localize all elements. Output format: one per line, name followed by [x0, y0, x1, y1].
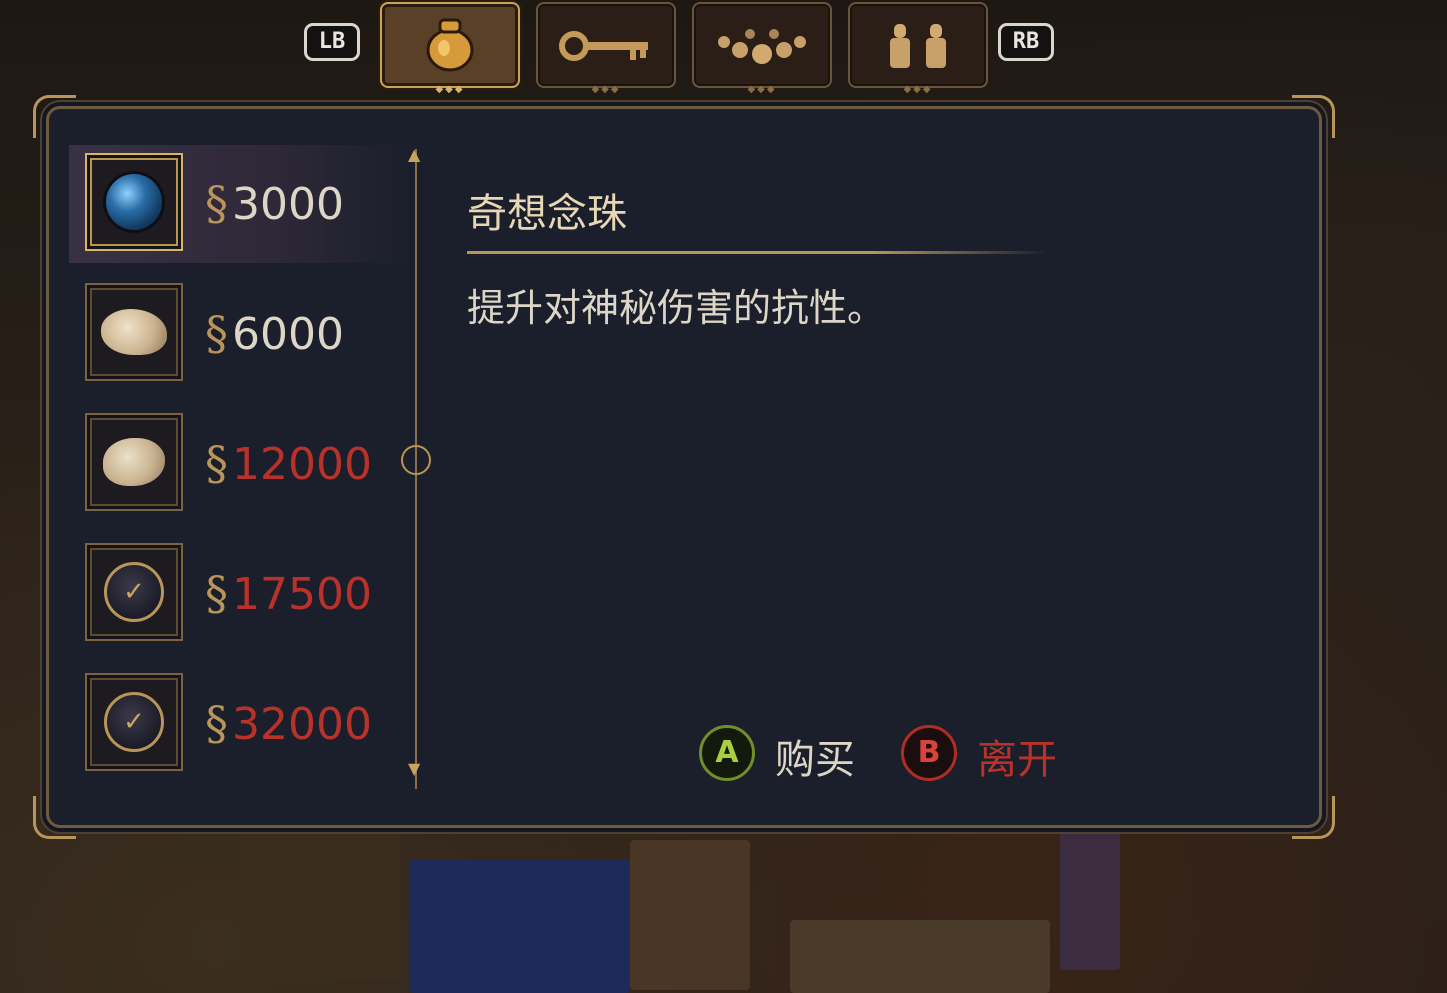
- item-slot: [85, 413, 183, 511]
- item-slot: ✓: [85, 543, 183, 641]
- shop-item-row[interactable]: §3000: [69, 145, 409, 263]
- scrollbar-thumb[interactable]: [401, 445, 431, 475]
- a-button-icon: A: [699, 725, 755, 781]
- panel-corner-ornament: [33, 796, 76, 839]
- blue-orb-bead-icon: [106, 174, 162, 230]
- scroll-top-ornament: ▲: [408, 145, 421, 164]
- panel-corner-ornament: [33, 95, 76, 138]
- scroll-bottom-ornament: ▼: [408, 759, 421, 778]
- item-price: §6000: [205, 306, 344, 360]
- rune-orb-icon: ✓: [104, 562, 164, 622]
- currency-icon: §: [205, 176, 228, 230]
- shop-item-row[interactable]: §12000: [69, 405, 409, 523]
- shop-floor-props: [230, 820, 1130, 993]
- item-price: §32000: [205, 696, 372, 750]
- figurines-icon: [890, 24, 946, 68]
- shop-item-row[interactable]: §6000: [69, 275, 409, 393]
- panel-corner-ornament: [1292, 95, 1335, 138]
- bone-fragment-icon: [103, 438, 165, 486]
- b-button-icon: B: [901, 725, 957, 781]
- title-divider: [467, 251, 1047, 254]
- currency-icon: §: [205, 696, 228, 750]
- item-price: §3000: [205, 176, 344, 230]
- coin-bag-icon: [426, 18, 474, 72]
- tab-relics[interactable]: ◆◆◆: [848, 2, 988, 95]
- item-title: 奇想念珠: [467, 191, 627, 237]
- item-price: §17500: [205, 566, 372, 620]
- item-price: §12000: [205, 436, 372, 490]
- item-slot: ✓: [85, 673, 183, 771]
- leave-label: 离开: [977, 737, 1057, 783]
- tab-ornament: ◆◆◆: [591, 84, 621, 95]
- buy-label: 购买: [775, 737, 855, 783]
- item-slot: [85, 153, 183, 251]
- key-icon: [559, 31, 648, 61]
- tab-ornament: ◆◆◆: [747, 84, 777, 95]
- tab-ornament: ◆◆◆: [435, 84, 465, 95]
- rosary-beads-icon: [718, 29, 806, 64]
- tab-keys[interactable]: ◆◆◆: [536, 2, 676, 95]
- currency-icon: §: [205, 306, 228, 360]
- item-slot: [85, 283, 183, 381]
- tab-rosary-beads[interactable]: ◆◆◆: [692, 2, 832, 95]
- rb-bumper-hint[interactable]: RB: [998, 23, 1054, 61]
- shop-item-row[interactable]: ✓ §17500: [69, 535, 409, 653]
- tab-consumables[interactable]: ◆◆◆: [380, 2, 520, 95]
- item-description: 提升对神秘伤害的抗性。: [467, 286, 886, 330]
- shop-item-row[interactable]: ✓ §32000: [69, 665, 409, 783]
- shop-panel: §3000 §6000 §12000 ✓ §17500 ✓ §32000 ▲ ▼…: [33, 95, 1335, 839]
- lb-bumper-hint[interactable]: LB: [304, 23, 360, 61]
- currency-icon: §: [205, 566, 228, 620]
- tab-ornament: ◆◆◆: [903, 84, 933, 95]
- panel-corner-ornament: [1292, 796, 1335, 839]
- currency-icon: §: [205, 436, 228, 490]
- rune-orb-icon: ✓: [104, 692, 164, 752]
- category-tab-bar: LB ◆◆◆ ◆◆◆ ◆◆◆ ◆◆◆ RB: [300, 0, 1070, 95]
- animal-skull-icon: [101, 309, 167, 355]
